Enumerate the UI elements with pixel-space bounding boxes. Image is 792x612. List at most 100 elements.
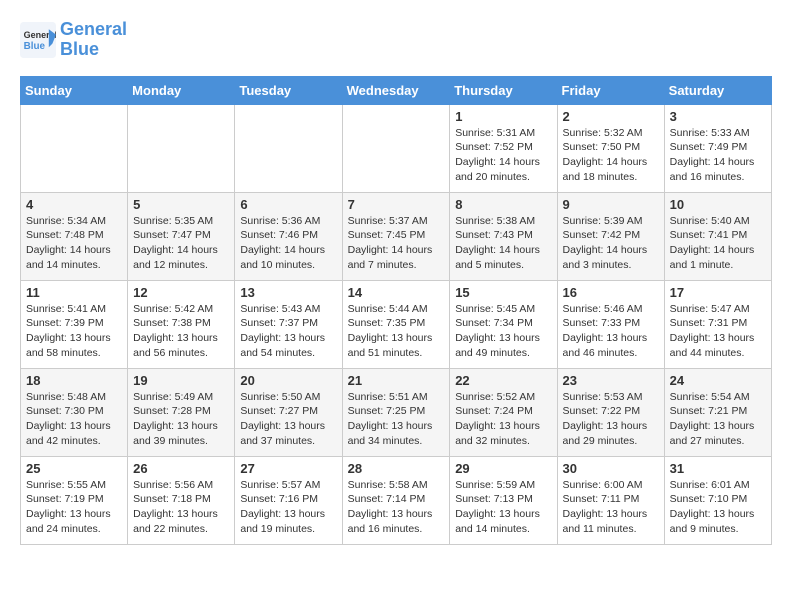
day-number: 29 — [455, 461, 551, 476]
day-number: 30 — [563, 461, 659, 476]
day-number: 24 — [670, 373, 766, 388]
day-number: 12 — [133, 285, 229, 300]
day-info: Sunrise: 5:31 AM Sunset: 7:52 PM Dayligh… — [455, 126, 551, 185]
weekday-header-row: SundayMondayTuesdayWednesdayThursdayFrid… — [21, 76, 772, 104]
day-number: 5 — [133, 197, 229, 212]
logo-name: GeneralBlue — [60, 20, 127, 60]
day-number: 11 — [26, 285, 122, 300]
calendar-cell: 20Sunrise: 5:50 AM Sunset: 7:27 PM Dayli… — [235, 368, 342, 456]
weekday-header-cell: Tuesday — [235, 76, 342, 104]
day-info: Sunrise: 5:55 AM Sunset: 7:19 PM Dayligh… — [26, 478, 122, 537]
calendar-cell: 19 Sunrise: 5:49 AM Sunset: 7:28 PM Dayli… — [128, 368, 235, 456]
calendar-cell: 21 Sunrise: 5:51 AM Sunset: 7:25 PM Dayli… — [342, 368, 450, 456]
weekday-header-cell: Saturday — [664, 76, 771, 104]
day-number: 15 — [455, 285, 551, 300]
calendar-cell: 11 Sunrise: 5:41 AM Sunset: 7:39 PM Dayli… — [21, 280, 128, 368]
day-number: 2 — [563, 109, 659, 124]
calendar-cell: 15 Sunrise: 5:45 AM Sunset: 7:34 PM Dayli… — [450, 280, 557, 368]
day-info: Sunrise: 5:34 AM Sunset: 7:48 PM Dayligh… — [26, 214, 122, 273]
day-info: Sunrise: 5:47 AM Sunset: 7:31 PM Dayligh… — [670, 302, 766, 361]
calendar-cell: 6Sunrise: 5:36 AM Sunset: 7:46 PM Daylig… — [235, 192, 342, 280]
day-info: Sunrise: 5:45 AM Sunset: 7:34 PM Dayligh… — [455, 302, 551, 361]
day-number: 3 — [670, 109, 766, 124]
day-info: Sunrise: 5:44 AM Sunset: 7:35 PM Dayligh… — [348, 302, 445, 361]
day-number: 19 — [133, 373, 229, 388]
logo-icon: General Blue — [20, 22, 56, 58]
day-info: Sunrise: 5:39 AM Sunset: 7:42 PM Dayligh… — [563, 214, 659, 273]
day-number: 10 — [670, 197, 766, 212]
calendar-body: 1Sunrise: 5:31 AM Sunset: 7:52 PM Daylig… — [21, 104, 772, 544]
day-number: 8 — [455, 197, 551, 212]
day-info: Sunrise: 5:54 AM Sunset: 7:21 PM Dayligh… — [670, 390, 766, 449]
calendar-cell — [235, 104, 342, 192]
weekday-header-cell: Wednesday — [342, 76, 450, 104]
calendar-cell — [342, 104, 450, 192]
weekday-header-cell: Thursday — [450, 76, 557, 104]
day-info: Sunrise: 5:36 AM Sunset: 7:46 PM Dayligh… — [240, 214, 336, 273]
calendar-cell: 3 Sunrise: 5:33 AM Sunset: 7:49 PM Daylig… — [664, 104, 771, 192]
calendar-cell: 13 Sunrise: 5:43 AM Sunset: 7:37 PM Dayli… — [235, 280, 342, 368]
day-info: Sunrise: 5:53 AM Sunset: 7:22 PM Dayligh… — [563, 390, 659, 449]
calendar-cell: 10Sunrise: 5:40 AM Sunset: 7:41 PM Dayli… — [664, 192, 771, 280]
day-info: Sunrise: 5:57 AM Sunset: 7:16 PM Dayligh… — [240, 478, 336, 537]
calendar-week-row: 18 Sunrise: 5:48 AM Sunset: 7:30 PM Dayli… — [21, 368, 772, 456]
calendar-week-row: 25 Sunrise: 5:55 AM Sunset: 7:19 PM Dayli… — [21, 456, 772, 544]
calendar-cell: 24 Sunrise: 5:54 AM Sunset: 7:21 PM Dayli… — [664, 368, 771, 456]
day-number: 20 — [240, 373, 336, 388]
day-info: Sunrise: 5:35 AM Sunset: 7:47 PM Dayligh… — [133, 214, 229, 273]
logo: General Blue GeneralBlue — [20, 20, 127, 60]
day-number: 16 — [563, 285, 659, 300]
calendar-cell: 2 Sunrise: 5:32 AM Sunset: 7:50 PM Daylig… — [557, 104, 664, 192]
day-number: 25 — [26, 461, 122, 476]
calendar-cell: 18 Sunrise: 5:48 AM Sunset: 7:30 PM Dayli… — [21, 368, 128, 456]
day-number: 22 — [455, 373, 551, 388]
day-info: Sunrise: 5:52 AM Sunset: 7:24 PM Dayligh… — [455, 390, 551, 449]
calendar-cell: 26 Sunrise: 5:56 AM Sunset: 7:18 PM Dayli… — [128, 456, 235, 544]
calendar-week-row: 11 Sunrise: 5:41 AM Sunset: 7:39 PM Dayli… — [21, 280, 772, 368]
day-info: Sunrise: 5:32 AM Sunset: 7:50 PM Dayligh… — [563, 126, 659, 185]
calendar-cell: 30 Sunrise: 6:00 AM Sunset: 7:11 PM Dayli… — [557, 456, 664, 544]
calendar-cell: 7 Sunrise: 5:37 AM Sunset: 7:45 PM Daylig… — [342, 192, 450, 280]
day-info: Sunrise: 5:48 AM Sunset: 7:30 PM Dayligh… — [26, 390, 122, 449]
day-info: Sunrise: 5:37 AM Sunset: 7:45 PM Dayligh… — [348, 214, 445, 273]
calendar-cell — [21, 104, 128, 192]
day-info: Sunrise: 5:51 AM Sunset: 7:25 PM Dayligh… — [348, 390, 445, 449]
day-info: Sunrise: 5:33 AM Sunset: 7:49 PM Dayligh… — [670, 126, 766, 185]
day-info: Sunrise: 6:00 AM Sunset: 7:11 PM Dayligh… — [563, 478, 659, 537]
calendar-cell: 1Sunrise: 5:31 AM Sunset: 7:52 PM Daylig… — [450, 104, 557, 192]
day-number: 21 — [348, 373, 445, 388]
calendar-cell: 29 Sunrise: 5:59 AM Sunset: 7:13 PM Dayli… — [450, 456, 557, 544]
svg-text:Blue: Blue — [24, 41, 46, 52]
calendar-cell: 27Sunrise: 5:57 AM Sunset: 7:16 PM Dayli… — [235, 456, 342, 544]
calendar-cell: 14Sunrise: 5:44 AM Sunset: 7:35 PM Dayli… — [342, 280, 450, 368]
day-number: 23 — [563, 373, 659, 388]
calendar-cell: 4 Sunrise: 5:34 AM Sunset: 7:48 PM Daylig… — [21, 192, 128, 280]
day-info: Sunrise: 5:42 AM Sunset: 7:38 PM Dayligh… — [133, 302, 229, 361]
day-number: 13 — [240, 285, 336, 300]
weekday-header-cell: Sunday — [21, 76, 128, 104]
day-info: Sunrise: 5:46 AM Sunset: 7:33 PM Dayligh… — [563, 302, 659, 361]
day-info: Sunrise: 5:41 AM Sunset: 7:39 PM Dayligh… — [26, 302, 122, 361]
calendar-cell: 25 Sunrise: 5:55 AM Sunset: 7:19 PM Dayli… — [21, 456, 128, 544]
day-number: 4 — [26, 197, 122, 212]
day-info: Sunrise: 5:59 AM Sunset: 7:13 PM Dayligh… — [455, 478, 551, 537]
calendar-table: SundayMondayTuesdayWednesdayThursdayFrid… — [20, 76, 772, 545]
calendar-week-row: 4 Sunrise: 5:34 AM Sunset: 7:48 PM Daylig… — [21, 192, 772, 280]
calendar-cell: 23 Sunrise: 5:53 AM Sunset: 7:22 PM Dayli… — [557, 368, 664, 456]
calendar-week-row: 1Sunrise: 5:31 AM Sunset: 7:52 PM Daylig… — [21, 104, 772, 192]
weekday-header-cell: Friday — [557, 76, 664, 104]
day-info: Sunrise: 6:01 AM Sunset: 7:10 PM Dayligh… — [670, 478, 766, 537]
calendar-cell: 8Sunrise: 5:38 AM Sunset: 7:43 PM Daylig… — [450, 192, 557, 280]
day-number: 18 — [26, 373, 122, 388]
day-number: 9 — [563, 197, 659, 212]
day-info: Sunrise: 5:56 AM Sunset: 7:18 PM Dayligh… — [133, 478, 229, 537]
day-number: 7 — [348, 197, 445, 212]
calendar-cell: 17Sunrise: 5:47 AM Sunset: 7:31 PM Dayli… — [664, 280, 771, 368]
day-number: 26 — [133, 461, 229, 476]
day-info: Sunrise: 5:49 AM Sunset: 7:28 PM Dayligh… — [133, 390, 229, 449]
day-info: Sunrise: 5:58 AM Sunset: 7:14 PM Dayligh… — [348, 478, 445, 537]
day-info: Sunrise: 5:43 AM Sunset: 7:37 PM Dayligh… — [240, 302, 336, 361]
calendar-cell: 28Sunrise: 5:58 AM Sunset: 7:14 PM Dayli… — [342, 456, 450, 544]
calendar-cell: 16 Sunrise: 5:46 AM Sunset: 7:33 PM Dayli… — [557, 280, 664, 368]
calendar-cell — [128, 104, 235, 192]
